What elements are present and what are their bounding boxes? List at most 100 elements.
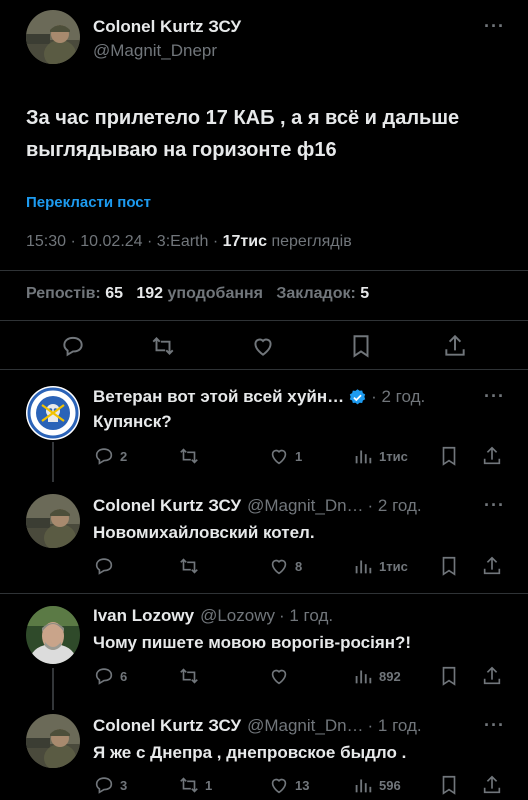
reply-icon — [95, 777, 113, 794]
reply-4-time[interactable]: · 1 год. — [368, 716, 422, 736]
share-icon — [483, 446, 501, 465]
main-author-name[interactable]: Colonel Kurtz ЗСУ — [93, 17, 241, 37]
reply-1-author-name[interactable]: Ветеран вот этой всей хуйн… — [93, 387, 344, 407]
tweet-client: 3:Earth — [156, 233, 209, 250]
reply-2-like-button[interactable]: 8 — [268, 555, 302, 577]
reply-3-views-button[interactable]: 892 — [352, 665, 401, 687]
reply-3-author-name[interactable]: Ivan Lozowy — [93, 606, 194, 626]
divider — [0, 320, 528, 321]
reply-4-avatar[interactable] — [26, 714, 80, 768]
reply-2-reply-button[interactable] — [93, 555, 120, 577]
repost-icon — [180, 668, 198, 684]
bookmark-icon — [353, 335, 369, 358]
reply-4-handle[interactable]: @Magnit_Dn… — [247, 716, 363, 736]
reply-2-author-name[interactable]: Colonel Kurtz ЗСУ — [93, 496, 241, 516]
reply-4-repost-button[interactable]: 1 — [178, 774, 212, 796]
share-icon — [483, 775, 501, 794]
reply-icon — [63, 336, 83, 357]
reply-1-bookmark-button[interactable] — [438, 445, 460, 467]
reply-1-text: Купянск? — [93, 412, 172, 431]
reply-2-views-button[interactable]: 1тис — [352, 555, 408, 577]
views-icon — [355, 560, 372, 574]
reply-3-bookmark-button[interactable] — [438, 665, 460, 687]
bookmark-button[interactable] — [348, 333, 374, 359]
reply-2-share-button[interactable] — [481, 555, 503, 577]
divider — [0, 270, 528, 271]
likes-label[interactable]: уподобання — [168, 285, 264, 302]
reply-2-time[interactable]: · 2 год. — [368, 496, 422, 516]
like-button[interactable] — [250, 333, 276, 359]
likes-count[interactable]: 192 — [136, 285, 163, 302]
reply-1-header: Ветеран вот этой всей хуйн… · 2 год. — [93, 387, 425, 407]
more-icon[interactable]: ··· — [484, 715, 505, 736]
reply-1-like-button[interactable]: 1 — [268, 445, 302, 467]
reply-1-views-button[interactable]: 1тис — [352, 445, 408, 467]
like-count: 1 — [295, 448, 303, 464]
reply-1-reply-button[interactable]: 2 — [93, 445, 127, 467]
reply-button[interactable] — [60, 333, 86, 359]
tweet-time[interactable]: 15:30 — [26, 233, 66, 250]
reply-icon — [95, 448, 113, 465]
reply-4-bookmark-button[interactable] — [438, 774, 460, 796]
reply-4-views-button[interactable]: 596 — [352, 774, 401, 796]
reply-3-repost-button[interactable] — [178, 665, 205, 687]
reply-count: 6 — [120, 668, 128, 684]
thread-line — [52, 442, 54, 482]
views-label: переглядів — [271, 233, 352, 250]
reposts-count[interactable]: 65 — [105, 285, 123, 302]
more-icon[interactable]: ··· — [484, 386, 505, 407]
reply-2-handle[interactable]: @Magnit_Dn… — [247, 496, 363, 516]
bookmarks-label[interactable]: Закладок: — [276, 285, 355, 302]
reply-3-reply-button[interactable]: 6 — [93, 665, 127, 687]
reply-4-share-button[interactable] — [481, 774, 503, 796]
share-icon — [483, 666, 501, 685]
more-icon[interactable]: ··· — [484, 495, 505, 516]
reply-3-time[interactable]: · 1 год. — [279, 606, 333, 626]
reply-3-avatar[interactable] — [26, 606, 80, 664]
repost-icon — [180, 558, 198, 574]
reply-2-text: Новомихайловский котел. — [93, 523, 315, 542]
reply-1-time[interactable]: · 2 год. — [371, 387, 425, 407]
more-icon[interactable]: ··· — [484, 16, 505, 37]
like-count: 13 — [295, 777, 310, 793]
main-author-handle[interactable]: @Magnit_Dnepr — [93, 41, 217, 61]
tweet-meta: 15:30 · 10.02.24 · 3:Earth · 17тис перег… — [26, 233, 352, 250]
tweet-date[interactable]: 10.02.24 — [80, 233, 142, 250]
like-icon — [271, 778, 287, 794]
bookmark-icon — [442, 666, 456, 686]
share-button[interactable] — [442, 333, 468, 359]
reply-2-bookmark-button[interactable] — [438, 555, 460, 577]
reply-4-like-button[interactable]: 13 — [268, 774, 309, 796]
reply-icon — [95, 668, 113, 685]
reply-3-share-button[interactable] — [481, 665, 503, 687]
like-icon — [271, 449, 287, 465]
share-icon — [445, 334, 465, 356]
repost-count: 1 — [205, 777, 213, 793]
reply-4-header: Colonel Kurtz ЗСУ @Magnit_Dn… · 1 год. — [93, 716, 422, 736]
like-icon — [271, 559, 287, 575]
reply-3-handle[interactable]: @Lozowy — [200, 606, 275, 626]
repost-button[interactable] — [150, 333, 176, 359]
views-icon — [355, 450, 372, 464]
reply-3-like-button[interactable] — [268, 665, 295, 687]
main-tweet-text: За час прилетело 17 КАБ , а я всё и даль… — [26, 107, 460, 161]
reply-4-author-name[interactable]: Colonel Kurtz ЗСУ — [93, 716, 241, 736]
views-count: 1тис — [379, 448, 408, 464]
bookmark-icon — [442, 775, 456, 795]
reply-1-share-button[interactable] — [481, 445, 503, 467]
reply-1-avatar[interactable] — [26, 386, 80, 440]
views-count: 892 — [379, 668, 401, 684]
bookmark-icon — [442, 556, 456, 576]
reply-4-reply-button[interactable]: 3 — [93, 774, 127, 796]
bookmarks-count[interactable]: 5 — [360, 285, 369, 302]
views-icon — [355, 670, 372, 684]
reply-1-repost-button[interactable] — [178, 445, 205, 467]
views-icon — [355, 779, 372, 793]
reply-2-repost-button[interactable] — [178, 555, 205, 577]
reply-4-text: Я же с Днепра , днепровское быдло . — [93, 743, 407, 762]
thread-line — [52, 668, 54, 710]
reply-2-avatar[interactable] — [26, 494, 80, 548]
reposts-label[interactable]: Репостів: — [26, 285, 101, 302]
main-author-avatar[interactable] — [26, 10, 80, 64]
translate-post-link[interactable]: Перекласти пост — [26, 194, 151, 211]
